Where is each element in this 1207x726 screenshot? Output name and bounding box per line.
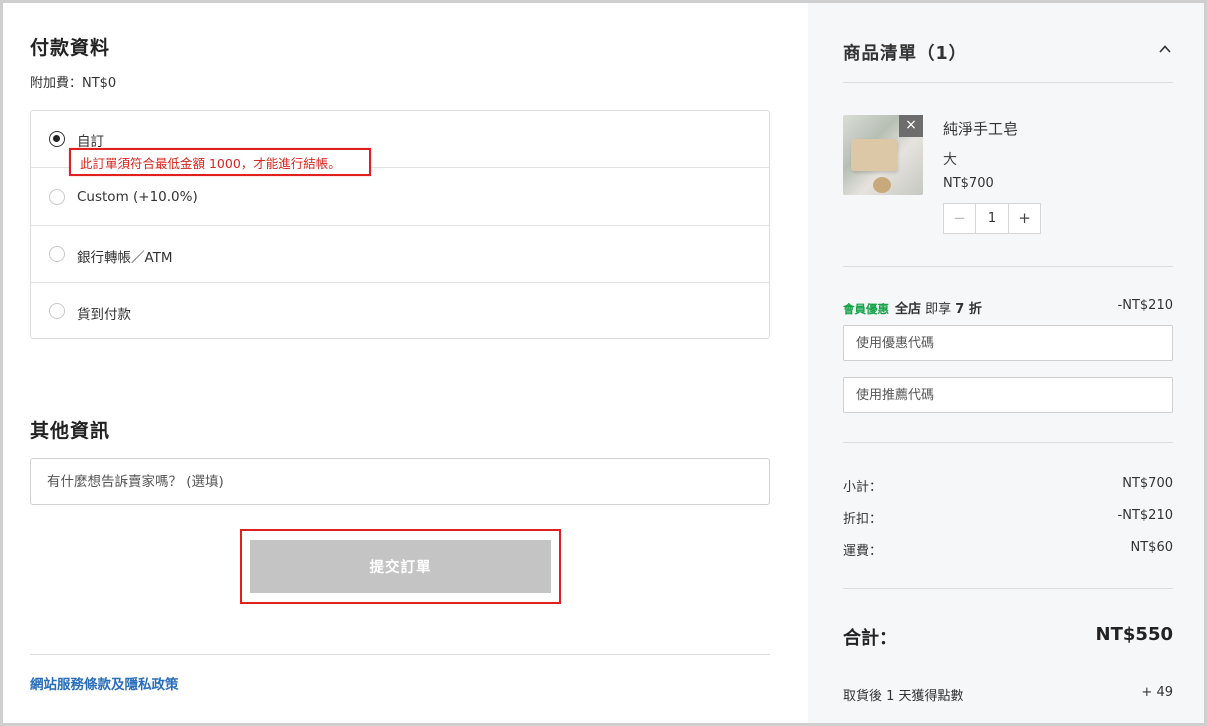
cart-header[interactable]: 商品清單（1）	[843, 40, 1173, 65]
coupon-code-input[interactable]	[843, 325, 1173, 361]
shipping-label: 運費：	[843, 544, 883, 559]
payment-section-title: 付款資料	[30, 37, 111, 59]
points-row: 取貨後 1 天獲得點數 + 49	[843, 685, 1173, 704]
surcharge-text: 附加費：NT$0	[30, 76, 117, 91]
payment-option-bank-transfer[interactable]: 銀行轉帳／ATM	[31, 226, 769, 283]
quantity-value[interactable]: 1	[976, 204, 1008, 233]
shipping-value: NT$60	[1130, 540, 1173, 555]
total-value: NT$550	[1095, 624, 1173, 645]
payment-option-label: 自訂	[77, 134, 104, 150]
radio-unchecked[interactable]	[49, 303, 65, 319]
submit-highlight: 提交訂單	[240, 529, 561, 604]
product-price: NT$700	[943, 176, 994, 191]
radio-unchecked[interactable]	[49, 246, 65, 262]
divider	[843, 266, 1173, 267]
promo-amount: -NT$210	[1117, 298, 1173, 313]
product-variant: 大	[943, 152, 957, 168]
radio-unchecked[interactable]	[49, 189, 65, 205]
chevron-up-icon[interactable]	[1159, 43, 1171, 55]
member-promo-row: 會員優惠 全店 即享 7 折 -NT$210	[843, 298, 1173, 317]
minimum-amount-warning: 此訂單須符合最低金額 1000，才能進行結帳。	[69, 148, 371, 176]
payment-option-label: 銀行轉帳／ATM	[77, 250, 173, 266]
other-info-title: 其他資訊	[30, 420, 111, 442]
subtotal-value: NT$700	[1122, 476, 1173, 491]
discount-row: 折扣： -NT$210	[843, 508, 1173, 527]
shipping-row: 運費： NT$60	[843, 540, 1173, 559]
increase-quantity-button[interactable]: +	[1008, 204, 1040, 233]
submit-order-button[interactable]: 提交訂單	[250, 540, 551, 593]
promo-scope: 全店	[895, 302, 922, 317]
promo-text: 即享	[921, 302, 956, 317]
promo-discount: 7 折	[955, 302, 982, 317]
checkout-main: 付款資料 附加費：NT$0 自訂 Custom (+10.0%) 銀行轉帳／AT…	[30, 33, 773, 693]
points-value: + 49	[1141, 685, 1173, 700]
divider	[30, 654, 770, 655]
subtotal-label: 小計：	[843, 480, 883, 495]
total-row: 合計： NT$550	[843, 624, 1173, 650]
referral-code-input[interactable]	[843, 377, 1173, 413]
radio-checked[interactable]	[49, 131, 65, 147]
checkout-page: 付款資料 附加費：NT$0 自訂 Custom (+10.0%) 銀行轉帳／AT…	[0, 0, 1207, 726]
payment-option-label: Custom (+10.0%)	[77, 189, 198, 205]
discount-label: 折扣：	[843, 512, 883, 527]
payment-options: 自訂 Custom (+10.0%) 銀行轉帳／ATM 貨到付款 此訂單須符合最…	[30, 110, 770, 339]
quantity-stepper: − 1 +	[943, 203, 1041, 234]
payment-option-custom-surcharge[interactable]: Custom (+10.0%)	[31, 169, 769, 226]
total-label: 合計：	[843, 628, 897, 649]
discount-value: -NT$210	[1117, 508, 1173, 523]
payment-option-cod[interactable]: 貨到付款	[31, 283, 769, 340]
divider	[843, 442, 1173, 443]
terms-privacy-link[interactable]: 網站服務條款及隱私政策	[30, 673, 179, 693]
note-to-seller-input[interactable]	[30, 458, 770, 505]
soap-image-shape	[873, 177, 891, 193]
points-label: 取貨後 1 天獲得點數	[843, 689, 964, 704]
subtotal-row: 小計： NT$700	[843, 476, 1173, 495]
divider	[843, 588, 1173, 589]
cart-title: 商品清單（1）	[843, 44, 968, 64]
member-promo-tag: 會員優惠	[843, 302, 889, 316]
payment-option-label: 貨到付款	[77, 307, 131, 323]
remove-item-button[interactable]: ×	[899, 115, 923, 137]
decrease-quantity-button[interactable]: −	[944, 204, 976, 233]
divider	[843, 82, 1173, 83]
soap-image-shape	[851, 139, 897, 171]
product-name: 純淨手工皂	[943, 120, 1019, 138]
order-summary: 商品清單（1） × 純淨手工皂 大 NT$700 − 1 + 會員優惠 全店 即享…	[808, 3, 1204, 723]
